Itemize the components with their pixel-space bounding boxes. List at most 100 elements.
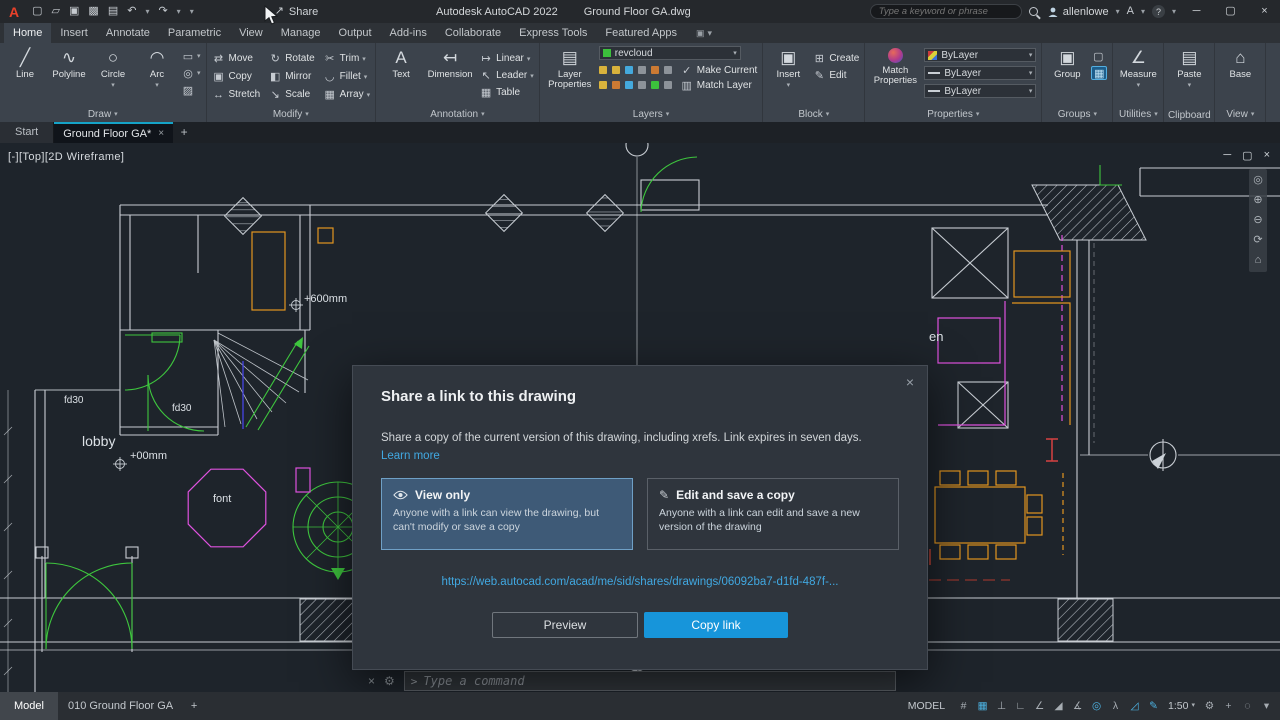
- lineweight-display-icon[interactable]: λ: [1107, 698, 1124, 715]
- drawing-minimize-icon[interactable]: ─: [1223, 149, 1231, 162]
- layer-on-icon[interactable]: [599, 66, 607, 74]
- lineweight-select[interactable]: ByLayer▾: [924, 66, 1036, 80]
- tool-mirror[interactable]: ◧Mirror: [268, 68, 314, 85]
- tool-base[interactable]: ⌂Base: [1220, 46, 1260, 106]
- tool-scale[interactable]: ↘Scale: [268, 86, 314, 103]
- tool-text[interactable]: AText: [381, 46, 421, 106]
- search-input[interactable]: [870, 4, 1022, 19]
- panel-title-view[interactable]: View▾: [1215, 109, 1265, 121]
- minimize-button[interactable]: ─: [1183, 0, 1210, 23]
- ribbon-tab-output[interactable]: Output: [330, 23, 381, 43]
- infer-constraints-icon[interactable]: ⊥: [993, 698, 1010, 715]
- panel-title-utilities[interactable]: Utilities▾: [1113, 109, 1163, 121]
- layer-lock-icon[interactable]: [625, 66, 633, 74]
- view-only-option[interactable]: View only Anyone with a link can view th…: [381, 478, 633, 550]
- object-color-select[interactable]: ByLayer▾: [924, 48, 1036, 62]
- tool-measure[interactable]: ∠Measure▾: [1118, 46, 1158, 106]
- tool-linear[interactable]: ↦Linear▾: [479, 50, 534, 67]
- tool-paste[interactable]: ▤Paste▾: [1169, 46, 1209, 106]
- orbit-icon[interactable]: ⟳: [1253, 235, 1262, 246]
- layer-merge-icon[interactable]: [638, 81, 646, 89]
- panel-title-properties[interactable]: Properties▾: [865, 109, 1041, 121]
- panel-title-groups[interactable]: Groups▾: [1042, 109, 1112, 121]
- share-button[interactable]: ↗ Share: [275, 0, 319, 23]
- tool-array[interactable]: ▦Array▾: [323, 86, 370, 103]
- tool-line[interactable]: ╱Line: [5, 46, 45, 106]
- copy-link-button[interactable]: Copy link: [644, 612, 788, 638]
- ribbon-tab-insert[interactable]: Insert: [51, 23, 97, 43]
- polar-tracking-icon[interactable]: ∠: [1031, 698, 1048, 715]
- edit-and-save-option[interactable]: ✎ Edit and save a copy Anyone with a lin…: [647, 478, 899, 550]
- ribbon-tab-featured-apps[interactable]: Featured Apps: [596, 23, 686, 43]
- command-input-bar[interactable]: >: [404, 671, 896, 691]
- ribbon-display-toggle[interactable]: ▣ ▾: [696, 23, 712, 43]
- ribbon-tab-view[interactable]: View: [230, 23, 272, 43]
- grid-icon[interactable]: #: [955, 698, 972, 715]
- showmotion-icon[interactable]: ⌂: [1255, 255, 1262, 266]
- tool-match-layer[interactable]: ▥Match Layer: [680, 78, 758, 93]
- account-button[interactable]: allenlowe: [1047, 6, 1109, 18]
- tool-table[interactable]: ▦Table: [479, 84, 534, 101]
- learn-more-link[interactable]: Learn more: [381, 450, 440, 462]
- command-input[interactable]: [423, 674, 888, 688]
- layer-select[interactable]: revcloud ▾: [599, 46, 741, 60]
- panel-title-clipboard[interactable]: Clipboard: [1164, 110, 1214, 121]
- tool-ungroup[interactable]: ▢: [1091, 49, 1107, 63]
- tool-create-block[interactable]: ⊞Create: [812, 50, 859, 67]
- preview-button[interactable]: Preview: [492, 612, 638, 638]
- layer-freeze-icon[interactable]: [612, 66, 620, 74]
- tool-hatch[interactable]: ▨: [181, 83, 201, 97]
- ribbon-tab-addins[interactable]: Add-ins: [381, 23, 436, 43]
- tool-polyline[interactable]: ∿Polyline: [49, 46, 89, 106]
- tool-fillet[interactable]: ◡Fillet▾: [323, 68, 370, 85]
- layer-walk-icon[interactable]: [612, 81, 620, 89]
- ribbon-tab-express-tools[interactable]: Express Tools: [510, 23, 596, 43]
- viewport-controls[interactable]: [-][Top][2D Wireframe]: [8, 151, 124, 163]
- app-menu-button[interactable]: A: [5, 4, 23, 20]
- model-space-indicator[interactable]: MODEL: [900, 700, 953, 712]
- annotation-monitor-icon[interactable]: +: [1220, 698, 1237, 715]
- drawing-restore-icon[interactable]: ▢: [1242, 149, 1252, 162]
- transparency-icon[interactable]: ◿: [1126, 698, 1143, 715]
- model-tab[interactable]: Model: [0, 692, 58, 720]
- file-tab-start[interactable]: Start: [0, 122, 54, 143]
- file-tab-active[interactable]: Ground Floor GA* ×: [54, 122, 173, 143]
- tool-dimension[interactable]: ↤Dimension: [425, 46, 475, 106]
- tool-ellipse[interactable]: ◎▾: [181, 66, 201, 80]
- command-close-icon[interactable]: ×: [368, 674, 375, 688]
- qat-customize-icon[interactable]: ▾: [190, 7, 194, 16]
- ribbon-tab-annotate[interactable]: Annotate: [97, 23, 159, 43]
- new-icon[interactable]: ▢: [32, 0, 42, 23]
- status-customize-icon[interactable]: ▾: [1258, 698, 1275, 715]
- apps-caret-icon[interactable]: ▾: [1141, 7, 1145, 16]
- redo-caret-icon[interactable]: ▾: [177, 7, 181, 16]
- full-navigation-wheel-icon[interactable]: ◎: [1253, 175, 1263, 186]
- layer-delete-icon[interactable]: [664, 81, 672, 89]
- tool-circle[interactable]: ○Circle▾: [93, 46, 133, 106]
- object-isolate-icon[interactable]: ◌: [1239, 698, 1256, 715]
- ribbon-tab-home[interactable]: Home: [4, 23, 51, 43]
- panel-title-layers[interactable]: Layers▾: [540, 109, 763, 121]
- drawing-area[interactable]: [-][Top][2D Wireframe] ─ ▢ × ◎ ⊕ ⊖ ⟳ ⌂ f…: [0, 143, 1280, 692]
- undo-caret-icon[interactable]: ▾: [145, 7, 149, 16]
- share-url-link[interactable]: https://web.autocad.com/acad/me/sid/shar…: [353, 576, 927, 588]
- layer-unlock-icon[interactable]: [625, 81, 633, 89]
- plot-icon[interactable]: ▤: [108, 0, 118, 23]
- new-drawing-tab-button[interactable]: +: [173, 122, 195, 143]
- new-layout-button[interactable]: +: [183, 692, 205, 720]
- layer-isolate-icon[interactable]: [651, 66, 659, 74]
- tool-rectangle[interactable]: ▭▾: [181, 49, 201, 63]
- ortho-icon[interactable]: ∟: [1012, 698, 1029, 715]
- layer-restore-icon[interactable]: [651, 81, 659, 89]
- account-caret-icon[interactable]: ▾: [1116, 7, 1120, 16]
- tool-leader[interactable]: ↖Leader▾: [479, 67, 534, 84]
- zoom-out-icon[interactable]: ⊖: [1253, 215, 1262, 226]
- tool-group[interactable]: ▣Group: [1047, 46, 1087, 106]
- snap-icon[interactable]: ▦: [974, 698, 991, 715]
- panel-title-block[interactable]: Block▾: [763, 109, 864, 121]
- panel-title-draw[interactable]: Draw▾: [0, 109, 206, 121]
- ribbon-tab-manage[interactable]: Manage: [272, 23, 330, 43]
- annotation-scale-button[interactable]: 1:50 ▾: [1164, 700, 1199, 712]
- search-icon[interactable]: [1029, 7, 1038, 16]
- layout-tab-ground-floor[interactable]: 010 Ground Floor GA: [58, 692, 183, 720]
